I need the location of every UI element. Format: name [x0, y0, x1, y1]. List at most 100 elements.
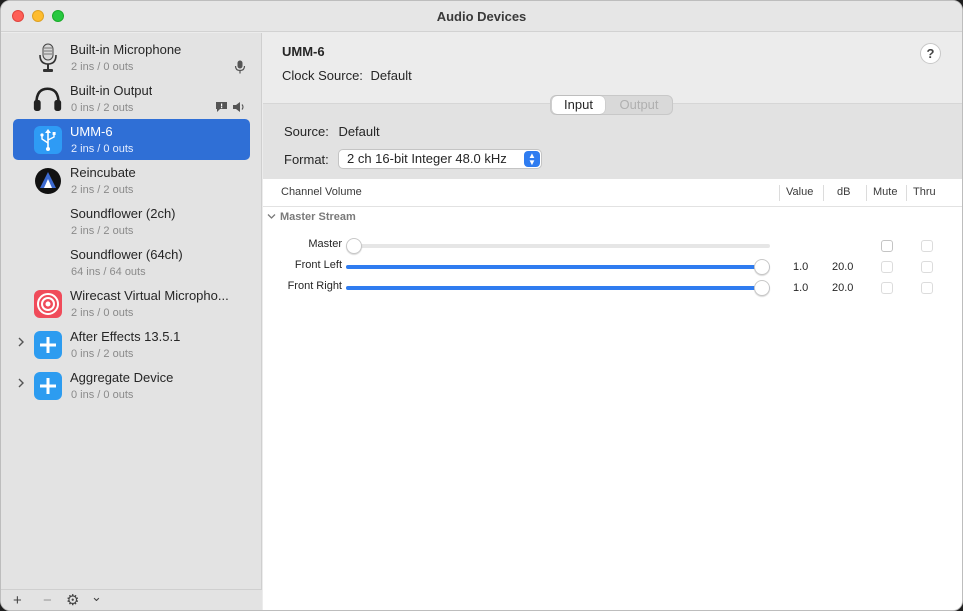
window-title: Audio Devices	[436, 9, 527, 24]
device-item-selected[interactable]: UMM-6 2 ins / 0 outs	[13, 119, 250, 160]
tab-output[interactable]: Output	[607, 96, 671, 114]
wirecast-icon	[33, 289, 62, 318]
volume-slider[interactable]	[346, 259, 770, 275]
device-item[interactable]: Wirecast Virtual Micropho... 2 ins / 0 o…	[13, 283, 250, 324]
device-io: 0 ins / 2 outs	[71, 348, 134, 360]
channel-db: 20.0	[832, 261, 854, 273]
device-detail: UMM-6 Clock Source: Default ? Input Outp…	[263, 33, 962, 610]
group-master-stream[interactable]: Master Stream	[267, 211, 356, 223]
channel-label: Front Left	[294, 259, 342, 271]
device-sidebar: Built-in Microphone 2 ins / 0 outs Built…	[1, 33, 262, 610]
column-value: Value	[786, 186, 814, 198]
device-io: 2 ins / 0 outs	[71, 61, 134, 73]
title-bar: Audio Devices	[1, 1, 962, 32]
volume-slider-fill	[346, 265, 770, 269]
volume-slider-knob[interactable]	[754, 280, 770, 296]
table-row: Front Right 1.0 20.0	[263, 278, 962, 299]
device-io: 64 ins / 64 outs	[71, 266, 146, 278]
audio-devices-window: Audio Devices Built-in Microphone 2 ins …	[0, 0, 963, 611]
disclosure-chevron-icon[interactable]	[17, 337, 25, 350]
device-name: Aggregate Device	[70, 370, 174, 385]
device-io: 0 ins / 2 outs	[71, 102, 134, 114]
device-name: Soundflower (64ch)	[70, 247, 183, 262]
tab-input[interactable]: Input	[552, 96, 605, 114]
device-status-icons	[234, 60, 246, 77]
device-io: 0 ins / 0 outs	[71, 389, 134, 401]
source-label: Source:	[284, 124, 329, 139]
thru-checkbox[interactable]	[921, 282, 933, 294]
device-item[interactable]: Aggregate Device 0 ins / 0 outs	[13, 365, 250, 406]
aggregate-plus-icon	[33, 330, 62, 359]
channel-label: Front Right	[287, 280, 342, 292]
mute-checkbox[interactable]	[881, 261, 893, 273]
device-name: Built-in Microphone	[70, 42, 182, 57]
device-io: 2 ins / 0 outs	[71, 143, 134, 155]
column-divider	[779, 185, 780, 201]
mute-checkbox[interactable]	[881, 240, 893, 252]
gear-icon[interactable]: ⚙	[66, 591, 79, 609]
device-name: Wirecast Virtual Micropho...	[70, 288, 229, 303]
io-segmented-control: Input Output	[550, 95, 673, 115]
sidebar-toolbar: + − ⚙ ⌄	[1, 589, 262, 610]
table-row: Front Left 1.0 20.0	[263, 257, 962, 278]
clock-source-value: Default	[370, 68, 412, 83]
device-item[interactable]: After Effects 13.5.1 0 ins / 2 outs	[13, 324, 250, 365]
device-name: Built-in Output	[70, 83, 153, 98]
column-channel-volume: Channel Volume	[281, 186, 362, 198]
channel-db: 20.0	[832, 282, 854, 294]
device-item[interactable]: Soundflower (2ch) 2 ins / 2 outs	[13, 201, 250, 242]
source-row: Source: Default	[284, 124, 380, 139]
io-panel: Input Output Source: Default Format: 2 c…	[263, 95, 962, 610]
thru-checkbox[interactable]	[921, 261, 933, 273]
channel-value: 1.0	[793, 261, 809, 273]
device-item[interactable]: Built-in Output 0 ins / 2 outs	[13, 78, 250, 119]
volume-slider-knob[interactable]	[346, 238, 362, 254]
column-thru: Thru	[913, 186, 936, 198]
device-title: UMM-6	[282, 44, 325, 59]
device-io: 2 ins / 2 outs	[71, 184, 134, 196]
format-value: 2 ch 16-bit Integer 48.0 kHz	[347, 151, 507, 166]
device-io: 2 ins / 0 outs	[71, 307, 134, 319]
column-divider	[823, 185, 824, 201]
chevron-down-icon	[267, 211, 276, 223]
volume-slider[interactable]	[346, 280, 770, 296]
column-divider	[866, 185, 867, 201]
chevron-down-icon[interactable]: ⌄	[91, 589, 102, 605]
table-row: Master	[263, 236, 962, 257]
clock-source-label: Clock Source:	[282, 68, 363, 83]
speaker-icon	[232, 101, 246, 116]
column-mute: Mute	[873, 186, 898, 198]
device-name: UMM-6	[70, 124, 113, 139]
microphone-icon	[33, 43, 62, 72]
volume-slider-knob[interactable]	[754, 259, 770, 275]
group-label: Master Stream	[280, 211, 356, 223]
volume-slider[interactable]	[346, 238, 770, 254]
device-name: After Effects 13.5.1	[70, 329, 181, 344]
device-name: Reincubate	[70, 165, 136, 180]
usb-icon	[33, 125, 62, 154]
device-name: Soundflower (2ch)	[70, 206, 176, 221]
table-header: Channel Volume Value dB Mute Thru	[263, 179, 962, 207]
channel-value: 1.0	[793, 282, 809, 294]
source-value: Default	[338, 124, 380, 139]
add-device-button[interactable]: +	[13, 592, 22, 609]
alert-icon	[215, 101, 228, 116]
clock-source: Clock Source: Default	[282, 68, 412, 83]
device-item[interactable]: Reincubate 2 ins / 2 outs	[13, 160, 250, 201]
channel-label: Master	[308, 238, 342, 250]
volume-slider-fill	[346, 286, 770, 290]
thru-checkbox[interactable]	[921, 240, 933, 252]
disclosure-chevron-icon[interactable]	[17, 378, 25, 391]
format-label: Format:	[284, 152, 329, 167]
format-select[interactable]: 2 ch 16-bit Integer 48.0 kHz ▲ ▼	[338, 149, 542, 169]
channel-volume-table: Channel Volume Value dB Mute Thru Master…	[263, 179, 962, 610]
device-io: 2 ins / 2 outs	[71, 225, 134, 237]
headphones-icon	[33, 84, 62, 113]
device-item[interactable]: Built-in Microphone 2 ins / 0 outs	[13, 37, 250, 78]
remove-device-button[interactable]: −	[43, 592, 52, 609]
device-item[interactable]: Soundflower (64ch) 64 ins / 64 outs	[13, 242, 250, 283]
device-list: Built-in Microphone 2 ins / 0 outs Built…	[1, 37, 262, 406]
mute-checkbox[interactable]	[881, 282, 893, 294]
device-status-icons	[215, 101, 246, 116]
help-button[interactable]: ?	[920, 43, 941, 64]
